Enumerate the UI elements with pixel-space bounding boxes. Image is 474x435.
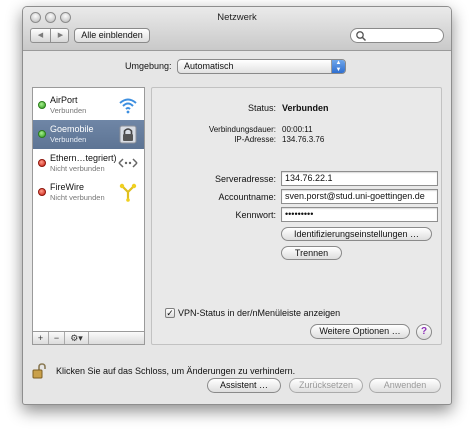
more-options-button[interactable]: Weitere Optionen …: [310, 324, 410, 339]
server-address-label: Serveradresse:: [214, 174, 276, 184]
window-title: Netzwerk: [217, 12, 257, 23]
status-dot-connected-icon: [38, 101, 46, 109]
wifi-icon: [119, 98, 137, 114]
show-all-button[interactable]: Alle einblenden: [74, 28, 150, 43]
service-name: Goemobile: [50, 124, 94, 134]
revert-button[interactable]: Zurücksetzen: [289, 378, 363, 393]
service-status: Nicht verbunden: [50, 164, 105, 173]
apply-button[interactable]: Anwenden: [369, 378, 441, 393]
service-status: Nicht verbunden: [50, 193, 105, 202]
vpn-status-checkbox-label: VPN-Status in der/nMenüleiste anzeigen: [178, 308, 341, 318]
service-item-goemobile[interactable]: Goemobile Verbunden: [33, 120, 144, 149]
search-icon: [356, 31, 367, 42]
service-name: FireWire: [50, 182, 84, 192]
gear-icon[interactable]: ⚙▾: [65, 332, 89, 344]
assistant-button[interactable]: Assistent …: [207, 378, 281, 393]
ip-address-value: 134.76.3.76: [282, 135, 325, 144]
status-dot-disconnected-icon: [38, 188, 46, 196]
duration-label: Verbindungsdauer:: [208, 125, 276, 134]
vpn-status-checkbox[interactable]: ✓: [165, 308, 175, 318]
disconnect-button[interactable]: Trennen: [281, 246, 342, 260]
lock-hint-text: Klicken Sie auf das Schloss, um Änderung…: [56, 366, 296, 376]
back-arrow-icon[interactable]: ◀: [31, 29, 50, 42]
select-arrows-icon: ▲ ▼: [331, 60, 345, 73]
service-detail-panel: Status: Verbunden Verbindungsdauer: 00:0…: [151, 87, 442, 345]
location-value: Automatisch: [184, 61, 234, 71]
lock-icon[interactable]: [32, 363, 46, 379]
status-dot-connected-icon: [38, 130, 46, 138]
status-label: Status:: [247, 103, 276, 113]
service-name: AirPort: [50, 95, 78, 105]
service-list: AirPort Verbunden Goemobile Verbunden Et…: [32, 87, 145, 332]
help-button[interactable]: ?: [416, 324, 432, 340]
location-label: Umgebung:: [125, 61, 172, 71]
server-address-field[interactable]: 134.76.22.1: [281, 171, 438, 186]
add-service-button[interactable]: +: [33, 332, 49, 344]
ip-address-label: IP-Adresse:: [234, 135, 276, 144]
forward-arrow-icon[interactable]: ▶: [51, 29, 68, 42]
service-name: Ethern…tegriert): [50, 153, 117, 163]
status-value: Verbunden: [282, 103, 329, 113]
back-forward-control: ◀ ▶: [30, 28, 69, 43]
service-status: Verbunden: [50, 135, 87, 144]
service-status: Verbunden: [50, 106, 87, 115]
account-name-field[interactable]: sven.porst@stud.uni-goettingen.de: [281, 189, 438, 204]
duration-value: 00:00:11: [282, 125, 313, 134]
location-select[interactable]: Automatisch ▲ ▼: [177, 59, 346, 74]
ethernet-icon: [118, 158, 138, 168]
vpn-lock-icon: [119, 125, 137, 144]
network-preferences-window: Netzwerk ◀ ▶ Alle einblenden Umgebung: A…: [22, 6, 452, 405]
remove-service-button[interactable]: −: [49, 332, 65, 344]
service-list-toolbar: + − ⚙▾: [32, 332, 145, 345]
password-label: Kennwort:: [235, 210, 276, 220]
password-field[interactable]: •••••••••: [281, 207, 438, 222]
service-item-ethernet[interactable]: Ethern…tegriert) Nicht verbunden: [33, 149, 144, 178]
service-item-airport[interactable]: AirPort Verbunden: [33, 91, 144, 120]
title-bar: Netzwerk ◀ ▶ Alle einblenden: [23, 7, 451, 51]
account-name-label: Accountname:: [218, 192, 276, 202]
service-item-firewire[interactable]: FireWire Nicht verbunden: [33, 178, 144, 207]
search-field[interactable]: [350, 28, 444, 43]
firewire-icon: [119, 183, 137, 202]
status-dot-disconnected-icon: [38, 159, 46, 167]
authentication-settings-button[interactable]: Identifizierungseinstellungen …: [281, 227, 432, 241]
